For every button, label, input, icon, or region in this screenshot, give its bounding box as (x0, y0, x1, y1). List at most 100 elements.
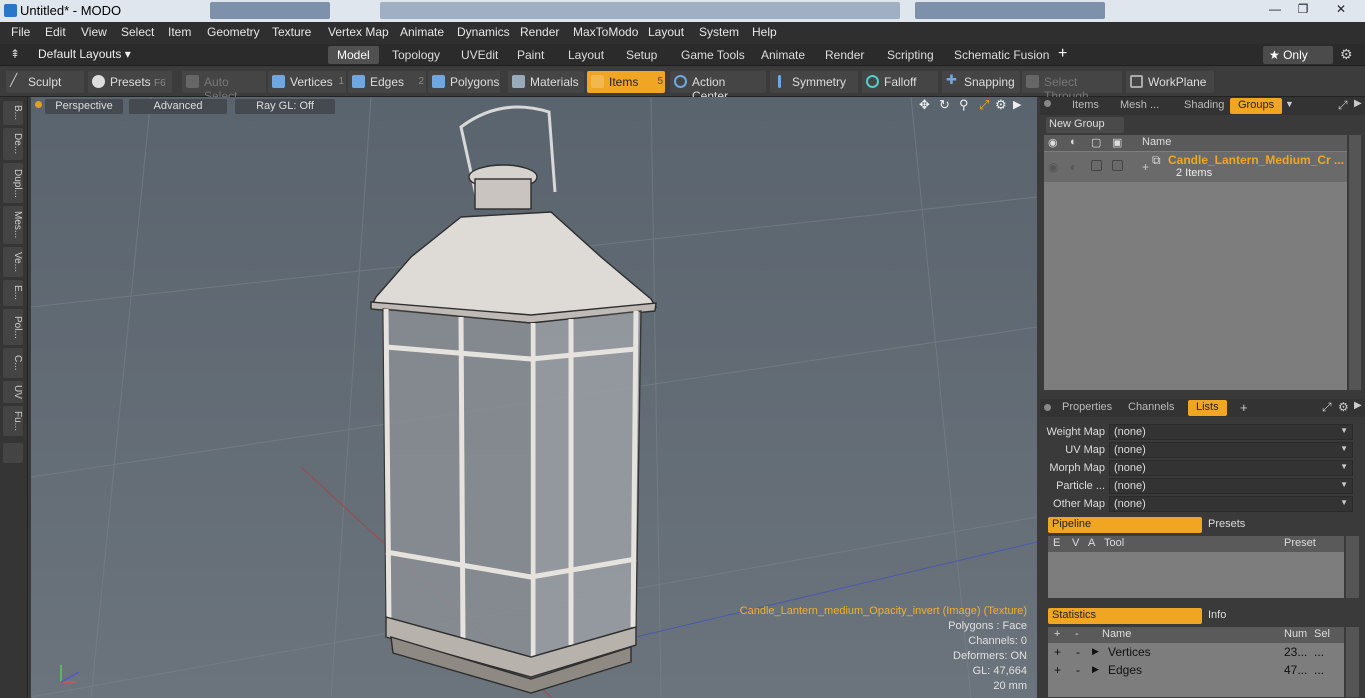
pipeline-scrollbar[interactable] (1346, 536, 1359, 598)
group-name[interactable]: Candle_Lantern_Medium_Cr ... (1168, 153, 1344, 167)
symmetry-button[interactable]: Symmetry (770, 71, 858, 93)
tab-render[interactable]: Render (816, 46, 873, 64)
tab-groups[interactable]: Groups (1230, 98, 1283, 114)
panel-indicator-icon[interactable] (1044, 404, 1051, 411)
menu-dynamics[interactable]: Dynamics (457, 25, 510, 39)
vtab-edge[interactable]: E... (3, 280, 23, 306)
expand-plus-icon[interactable]: + (1142, 160, 1149, 174)
viewport-settings-icon[interactable]: ⚙ (995, 97, 1007, 113)
particle-map-dropdown[interactable]: (none) (1109, 478, 1353, 494)
menu-system[interactable]: System (699, 25, 739, 39)
tab-animate[interactable]: Animate (752, 46, 814, 64)
collapse-button[interactable]: - (1076, 645, 1080, 659)
panel-menu-arrow-icon[interactable]: ▶ (1354, 400, 1362, 411)
row-select-checkbox[interactable] (1112, 160, 1123, 171)
stats-row-edges[interactable]: + - ▶ Edges 47... ... (1048, 663, 1344, 679)
vtab-fusion[interactable]: Fu... (3, 406, 23, 436)
tab-uvedit[interactable]: UVEdit (452, 46, 507, 64)
presets-tab[interactable]: Presets (1204, 517, 1344, 533)
menu-vertex-map[interactable]: Vertex Map (328, 25, 389, 39)
tab-properties[interactable]: Properties (1054, 400, 1120, 416)
menu-render[interactable]: Render (520, 25, 559, 39)
other-map-dropdown[interactable]: (none) (1109, 496, 1353, 512)
expand-panel-icon[interactable]: ⤢ (1338, 98, 1348, 113)
menu-file[interactable]: File (11, 25, 30, 39)
raygl-button[interactable]: Ray GL: Off (235, 99, 335, 114)
snapping-button[interactable]: ✚ Snapping (942, 71, 1020, 93)
vtab-basic[interactable]: B... (3, 101, 23, 125)
auto-select-button[interactable]: Auto Select (182, 71, 266, 103)
default-layouts-dropdown[interactable]: Default Layouts ▾ (38, 47, 131, 61)
expand-button[interactable]: + (1054, 645, 1061, 659)
vtab-deform[interactable]: De... (3, 128, 23, 160)
menu-select[interactable]: Select (121, 25, 154, 39)
vertices-button[interactable]: Vertices 1 (268, 71, 346, 93)
tab-model[interactable]: Model (328, 46, 379, 64)
perspective-button[interactable]: Perspective (45, 99, 123, 114)
statistics-tab[interactable]: Statistics (1048, 608, 1202, 624)
lock-icon[interactable]: ▢ (1091, 136, 1101, 149)
close-button[interactable]: ✕ (1322, 2, 1360, 18)
tab-items[interactable]: Items (1064, 98, 1107, 114)
vtab-polygon[interactable]: Pol... (3, 309, 23, 345)
tab-setup[interactable]: Setup (617, 46, 666, 64)
menu-geometry[interactable]: Geometry (207, 25, 260, 39)
panel-menu-arrow-icon[interactable]: ▶ (1354, 98, 1362, 109)
polygons-button[interactable]: Polygons (428, 71, 500, 93)
only-button[interactable]: ★ Only (1263, 46, 1333, 64)
rotate-view-icon[interactable]: ↻ (939, 97, 950, 113)
visibility-eye-icon[interactable]: ◉ (1048, 136, 1058, 149)
tab-game-tools[interactable]: Game Tools (672, 46, 754, 64)
workplane-button[interactable]: WorkPlane (1126, 71, 1214, 93)
gear-icon[interactable]: ⚙ (1340, 46, 1353, 63)
expand-button[interactable]: + (1054, 663, 1061, 677)
row-eye-icon[interactable]: ◉ (1048, 160, 1058, 174)
vtab-mesh[interactable]: Mes... (3, 206, 23, 244)
menu-maxtomodo[interactable]: MaxToModo (573, 25, 638, 39)
panel-indicator-icon[interactable] (1044, 100, 1051, 107)
zoom-view-icon[interactable]: ⚲ (959, 97, 969, 113)
maximize-button[interactable]: ❐ (1290, 2, 1316, 18)
weight-map-dropdown[interactable]: (none) (1109, 424, 1353, 440)
render-icon[interactable]: ◐ (1070, 136, 1077, 148)
add-tab-button[interactable]: + (1240, 400, 1248, 415)
select-through-button[interactable]: Select Through (1022, 71, 1122, 103)
menu-view[interactable]: View (81, 25, 107, 39)
tab-shading[interactable]: Shading (1176, 98, 1232, 114)
groups-scrollbar[interactable] (1349, 135, 1361, 390)
uv-map-dropdown[interactable]: (none) (1109, 442, 1353, 458)
layouts-arrow-icon[interactable]: ⇞ (10, 47, 20, 61)
expand-arrow-icon[interactable]: ▶ (1092, 664, 1099, 675)
tab-paint[interactable]: Paint (508, 46, 553, 64)
falloff-button[interactable]: Falloff (862, 71, 938, 93)
morph-map-dropdown[interactable]: (none) (1109, 460, 1353, 476)
presets-button[interactable]: Presets F6 (88, 71, 172, 93)
menu-help[interactable]: Help (752, 25, 777, 39)
tab-channels[interactable]: Channels (1120, 400, 1182, 416)
menu-layout[interactable]: Layout (648, 25, 684, 39)
statistics-scrollbar[interactable] (1346, 627, 1359, 697)
row-lock-checkbox[interactable] (1091, 160, 1102, 171)
action-center-button[interactable]: Action Center (670, 71, 766, 103)
vtab-duplicate[interactable]: Dupl... (3, 163, 23, 203)
vtab-vertex[interactable]: Ve... (3, 247, 23, 277)
items-button[interactable]: Items 5 (587, 71, 665, 93)
menu-animate[interactable]: Animate (400, 25, 444, 39)
menu-texture[interactable]: Texture (272, 25, 311, 39)
tab-schematic-fusion[interactable]: Schematic Fusion (945, 46, 1058, 64)
fit-view-icon[interactable]: ⤢ (979, 97, 989, 113)
select-icon[interactable]: ▣ (1112, 136, 1122, 149)
group-row[interactable]: ◉ ◐ + ⧉ Candle_Lantern_Medium_Cr ... 2 I… (1044, 152, 1347, 182)
sculpt-button[interactable]: ╱ Sculpt (6, 71, 84, 93)
move-view-icon[interactable]: ✥ (919, 97, 930, 113)
row-render-icon[interactable]: ◐ (1070, 160, 1077, 174)
3d-viewport[interactable]: Perspective Advanced Ray GL: Off ✥ ↻ ⚲ ⤢… (31, 97, 1037, 698)
collapse-button[interactable]: - (1076, 663, 1080, 677)
materials-button[interactable]: Materials (508, 71, 584, 93)
advanced-button[interactable]: Advanced (129, 99, 227, 114)
viewport-indicator-icon[interactable] (35, 101, 42, 108)
pipeline-tab[interactable]: Pipeline (1048, 517, 1202, 533)
viewport-menu-arrow-icon[interactable]: ▶ (1013, 98, 1021, 111)
expand-panel-icon[interactable]: ⤢ (1322, 400, 1332, 415)
vtab-curve[interactable]: C... (3, 348, 23, 378)
